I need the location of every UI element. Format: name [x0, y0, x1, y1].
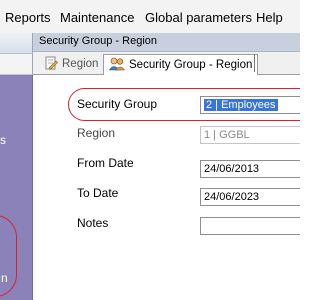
left-nav-panel: s n	[0, 75, 33, 300]
from-date-field[interactable]: 24/06/2013	[200, 160, 300, 178]
tab-separator	[254, 54, 255, 72]
security-group-label: Security Group	[77, 97, 158, 111]
notes-field[interactable]	[200, 217, 300, 235]
menu-global-parameters[interactable]: Global parameters	[145, 10, 252, 25]
security-group-region-form: Security Group 2 | Employees Region 1 | …	[33, 75, 300, 300]
highlight-annotation-left	[0, 215, 17, 297]
window-title: Security Group - Region	[39, 35, 157, 47]
to-date-label: To Date	[77, 186, 119, 200]
tab-security-group-region-label: Security Group - Region	[129, 59, 253, 71]
window-titlebar: Security Group - Region	[33, 33, 300, 52]
tab-region-label: Region	[62, 58, 99, 70]
pencil-icon	[44, 56, 58, 73]
security-group-field[interactable]: 2 | Employees	[200, 96, 300, 114]
security-group-value: 2 | Employees	[204, 99, 278, 111]
tab-bar: Region Security Group - Region	[33, 52, 300, 75]
region-field: 1 | GGBL	[200, 126, 300, 144]
menu-help[interactable]: Help	[256, 10, 283, 25]
to-date-field[interactable]: 24/06/2023	[200, 188, 300, 206]
menu-maintenance[interactable]: Maintenance	[60, 10, 134, 25]
app-screen: Reports Maintenance Global parameters He…	[0, 0, 300, 300]
menubar: Reports Maintenance Global parameters He…	[0, 0, 300, 34]
tab-security-group-region[interactable]: Security Group - Region	[103, 54, 259, 75]
left-panel-header	[0, 33, 33, 54]
notes-label: Notes	[77, 216, 109, 230]
menu-reports[interactable]: Reports	[5, 10, 51, 25]
tab-region[interactable]: Region	[39, 54, 103, 74]
left-nav-item-fragment[interactable]: s	[0, 133, 6, 147]
region-label: Region	[77, 126, 116, 140]
left-panel-toolbar	[0, 54, 33, 75]
users-icon	[108, 57, 126, 74]
from-date-label: From Date	[77, 156, 134, 170]
